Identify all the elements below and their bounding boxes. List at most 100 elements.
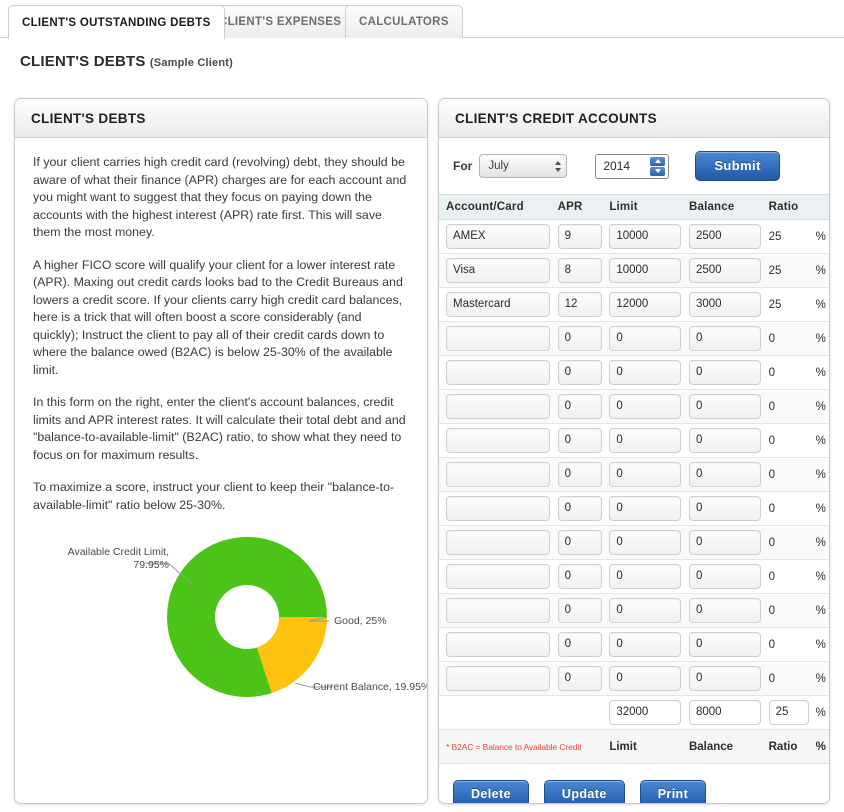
- apr-field[interactable]: 0: [558, 462, 602, 487]
- limit-field[interactable]: 0: [609, 360, 681, 385]
- account-name-field[interactable]: [446, 530, 550, 555]
- right-panel-header-label: CLIENT'S CREDIT ACCOUNTS: [455, 111, 657, 126]
- totals-row: 32000 8000 25 %: [439, 696, 829, 730]
- apr-field[interactable]: 0: [558, 326, 602, 351]
- footer-label-percent: %: [809, 730, 829, 764]
- account-name-field-cell: [439, 322, 551, 356]
- submit-button[interactable]: Submit: [695, 151, 779, 181]
- apr-field[interactable]: 0: [558, 666, 602, 691]
- limit-field-cell: 0: [602, 458, 682, 492]
- balance-field[interactable]: 2500: [689, 224, 761, 249]
- limit-field[interactable]: 0: [609, 394, 681, 419]
- limit-field-cell: 0: [602, 560, 682, 594]
- limit-field[interactable]: 0: [609, 428, 681, 453]
- account-name-field[interactable]: [446, 496, 550, 521]
- apr-field[interactable]: 0: [558, 564, 602, 589]
- balance-field[interactable]: 0: [689, 632, 761, 657]
- account-name-field-cell: Visa: [439, 254, 551, 288]
- balance-field[interactable]: 0: [689, 564, 761, 589]
- balance-field[interactable]: 0: [689, 428, 761, 453]
- totals-ratio-field[interactable]: 25: [769, 700, 809, 725]
- limit-field[interactable]: 0: [609, 462, 681, 487]
- paragraph-4: To maximize a score, instruct your clien…: [33, 479, 409, 514]
- ratio-value: 25: [762, 288, 809, 322]
- delete-button[interactable]: Delete: [453, 780, 529, 804]
- table-row: 0000%: [439, 356, 829, 390]
- limit-field[interactable]: 12000: [609, 292, 681, 317]
- limit-field[interactable]: 0: [609, 530, 681, 555]
- year-decrement-button[interactable]: [650, 167, 665, 176]
- print-button[interactable]: Print: [640, 780, 706, 804]
- apr-field[interactable]: 0: [558, 360, 602, 385]
- apr-field[interactable]: 9: [558, 224, 602, 249]
- limit-field[interactable]: 0: [609, 666, 681, 691]
- year-stepper[interactable]: 2014: [595, 154, 669, 179]
- balance-field[interactable]: 0: [689, 496, 761, 521]
- month-select[interactable]: July: [479, 154, 567, 178]
- limit-field-cell: 0: [602, 628, 682, 662]
- limit-field[interactable]: 10000: [609, 258, 681, 283]
- limit-field[interactable]: 0: [609, 564, 681, 589]
- account-name-field[interactable]: Visa: [446, 258, 550, 283]
- paragraph-1: If your client carries high credit card …: [33, 154, 409, 242]
- tab-clients-expenses[interactable]: CLIENT'S EXPENSES: [205, 5, 355, 38]
- account-name-field[interactable]: [446, 462, 550, 487]
- balance-field-cell: 0: [682, 526, 762, 560]
- limit-field[interactable]: 0: [609, 496, 681, 521]
- percent-sign: %: [809, 492, 829, 526]
- limit-field[interactable]: 10000: [609, 224, 681, 249]
- limit-field-cell: 0: [602, 390, 682, 424]
- percent-sign: %: [809, 560, 829, 594]
- account-name-field[interactable]: [446, 394, 550, 419]
- balance-field[interactable]: 0: [689, 598, 761, 623]
- account-name-field-cell: Mastercard: [439, 288, 551, 322]
- balance-field[interactable]: 0: [689, 360, 761, 385]
- balance-field[interactable]: 0: [689, 462, 761, 487]
- totals-balance-field[interactable]: 8000: [689, 700, 761, 725]
- balance-field[interactable]: 2500: [689, 258, 761, 283]
- apr-field[interactable]: 0: [558, 394, 602, 419]
- account-name-field[interactable]: [446, 598, 550, 623]
- account-name-field[interactable]: [446, 326, 550, 351]
- apr-field[interactable]: 0: [558, 632, 602, 657]
- apr-field[interactable]: 0: [558, 496, 602, 521]
- balance-field[interactable]: 0: [689, 666, 761, 691]
- month-select-value: July: [488, 160, 508, 172]
- year-increment-button[interactable]: [650, 157, 665, 166]
- right-panel-body: For July 2014 Submit: [439, 138, 829, 181]
- balance-field[interactable]: 0: [689, 326, 761, 351]
- apr-field[interactable]: 0: [558, 428, 602, 453]
- apr-field[interactable]: 0: [558, 598, 602, 623]
- apr-field[interactable]: 12: [558, 292, 602, 317]
- limit-field-cell: 0: [602, 526, 682, 560]
- limit-field-cell: 0: [602, 492, 682, 526]
- account-name-field[interactable]: [446, 666, 550, 691]
- table-row: 0000%: [439, 492, 829, 526]
- update-button[interactable]: Update: [544, 780, 625, 804]
- apr-field-cell: 0: [551, 560, 603, 594]
- account-name-field[interactable]: [446, 360, 550, 385]
- footer-label-limit: Limit: [602, 730, 682, 764]
- percent-sign: %: [809, 254, 829, 288]
- limit-field[interactable]: 0: [609, 598, 681, 623]
- totals-limit-field[interactable]: 32000: [609, 700, 681, 725]
- account-name-field[interactable]: [446, 428, 550, 453]
- tab-calculators[interactable]: CALCULATORS: [345, 5, 463, 38]
- apr-field[interactable]: 8: [558, 258, 602, 283]
- apr-field[interactable]: 0: [558, 530, 602, 555]
- totals-spacer-name: [439, 696, 551, 730]
- balance-field[interactable]: 0: [689, 394, 761, 419]
- account-name-field-cell: [439, 390, 551, 424]
- balance-field[interactable]: 3000: [689, 292, 761, 317]
- year-stepper-buttons: [650, 157, 665, 176]
- account-name-field[interactable]: Mastercard: [446, 292, 550, 317]
- limit-field[interactable]: 0: [609, 326, 681, 351]
- account-name-field[interactable]: AMEX: [446, 224, 550, 249]
- account-name-field[interactable]: [446, 564, 550, 589]
- left-panel-body: If your client carries high credit card …: [15, 138, 427, 719]
- column-header-ratio: Ratio: [762, 195, 809, 220]
- account-name-field[interactable]: [446, 632, 550, 657]
- limit-field[interactable]: 0: [609, 632, 681, 657]
- tab-clients-outstanding-debts[interactable]: CLIENT'S OUTSTANDING DEBTS: [8, 5, 225, 39]
- balance-field[interactable]: 0: [689, 530, 761, 555]
